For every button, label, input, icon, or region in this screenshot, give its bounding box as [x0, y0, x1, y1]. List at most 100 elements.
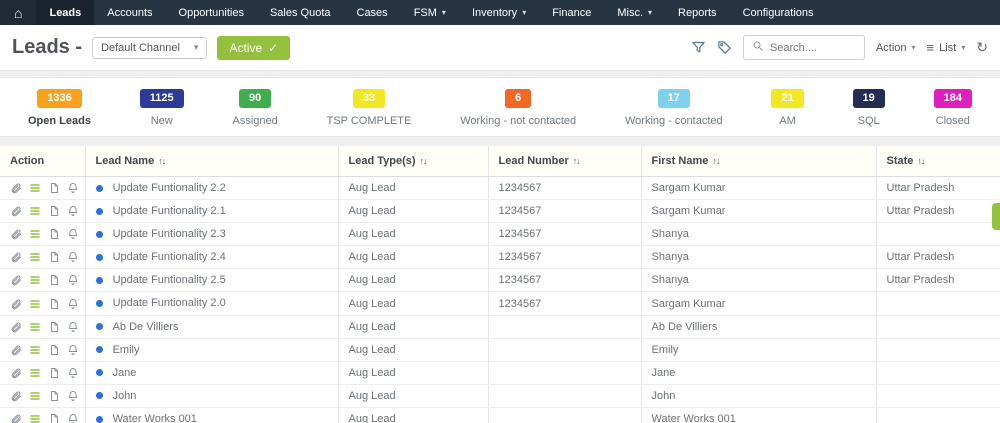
nav-item-accounts[interactable]: Accounts — [94, 0, 165, 25]
bell-icon[interactable] — [67, 274, 79, 286]
channel-select[interactable]: Default Channel ▾ — [92, 36, 208, 59]
column-header-lead-type-s[interactable]: Lead Type(s) ↑↓ — [337, 146, 488, 177]
nav-item-configurations[interactable]: Configurations — [730, 0, 827, 25]
column-header-state[interactable]: State ↑↓ — [875, 146, 1000, 177]
lead-name-link[interactable]: Update Funtionality 2.0 — [113, 298, 226, 310]
nav-item-sales-quota[interactable]: Sales Quota — [257, 0, 344, 25]
stat-working-contacted[interactable]: 17 Working - contacted — [625, 89, 723, 127]
nav-item-opportunities[interactable]: Opportunities — [166, 0, 257, 25]
bell-icon[interactable] — [67, 321, 79, 333]
bell-icon[interactable] — [67, 205, 79, 217]
document-icon[interactable] — [48, 274, 60, 286]
list-icon[interactable] — [29, 413, 41, 423]
paperclip-icon[interactable] — [10, 205, 22, 217]
bell-icon[interactable] — [67, 367, 79, 379]
list-icon[interactable] — [29, 205, 41, 217]
list-icon[interactable] — [29, 344, 41, 356]
list-view-dropdown[interactable]: ≡ List ▾ — [927, 40, 966, 55]
sort-icon[interactable]: ↑↓ — [420, 156, 428, 166]
action-cell — [10, 251, 78, 263]
nav-item-inventory[interactable]: Inventory ▾ — [459, 0, 539, 25]
column-header-first-name[interactable]: First Name ↑↓ — [640, 146, 876, 177]
list-icon[interactable] — [29, 298, 41, 310]
list-icon[interactable] — [29, 228, 41, 240]
lead-name-link[interactable]: Ab De Villiers — [113, 321, 179, 333]
paperclip-icon[interactable] — [10, 228, 22, 240]
nav-item-fsm[interactable]: FSM ▾ — [401, 0, 459, 25]
bell-icon[interactable] — [67, 182, 79, 194]
sort-icon[interactable]: ↑↓ — [573, 156, 581, 166]
bell-icon[interactable] — [67, 228, 79, 240]
list-icon[interactable] — [29, 251, 41, 263]
refresh-icon[interactable]: ↻ — [976, 39, 988, 56]
nav-item-reports[interactable]: Reports — [665, 0, 730, 25]
paperclip-icon[interactable] — [10, 367, 22, 379]
document-icon[interactable] — [48, 182, 60, 194]
document-icon[interactable] — [48, 344, 60, 356]
home-icon[interactable]: ⌂ — [0, 0, 37, 25]
stat-assigned[interactable]: 90 Assigned — [233, 89, 278, 127]
search-input[interactable] — [769, 41, 856, 54]
lead-name-link[interactable]: Update Funtionality 2.2 — [113, 182, 226, 194]
paperclip-icon[interactable] — [10, 274, 22, 286]
document-icon[interactable] — [48, 367, 60, 379]
stat-closed[interactable]: 184 Closed — [933, 89, 972, 127]
lead-name-link[interactable]: Water Works 001 — [113, 413, 197, 423]
lead-type-cell: Aug Lead — [337, 245, 488, 270]
lead-type-cell: Aug Lead — [337, 176, 488, 201]
paperclip-icon[interactable] — [10, 390, 22, 402]
paperclip-icon[interactable] — [10, 182, 22, 194]
column-header-lead-name[interactable]: Lead Name ↑↓ — [84, 146, 338, 177]
document-icon[interactable] — [48, 413, 60, 423]
active-filter-button[interactable]: Active ✓ — [217, 35, 291, 60]
sort-icon[interactable]: ↑↓ — [158, 156, 166, 166]
lead-name-link[interactable]: Update Funtionality 2.3 — [113, 228, 226, 240]
action-dropdown[interactable]: Action ▾ — [876, 42, 916, 54]
document-icon[interactable] — [48, 298, 60, 310]
tag-icon[interactable] — [717, 40, 732, 55]
document-icon[interactable] — [48, 228, 60, 240]
bell-icon[interactable] — [67, 390, 79, 402]
document-icon[interactable] — [48, 205, 60, 217]
column-header-lead-number[interactable]: Lead Number ↑↓ — [487, 146, 641, 177]
lead-name-link[interactable]: Update Funtionality 2.1 — [113, 205, 226, 217]
document-icon[interactable] — [48, 390, 60, 402]
sort-icon[interactable]: ↑↓ — [712, 156, 720, 166]
nav-item-cases[interactable]: Cases — [344, 0, 401, 25]
paperclip-icon[interactable] — [10, 251, 22, 263]
paperclip-icon[interactable] — [10, 321, 22, 333]
lead-name-link[interactable]: Jane — [113, 367, 137, 379]
list-icon[interactable] — [29, 390, 41, 402]
nav-item-leads[interactable]: Leads — [36, 0, 95, 25]
lead-name-link[interactable]: Emily — [113, 344, 140, 356]
list-icon[interactable] — [29, 367, 41, 379]
bell-icon[interactable] — [67, 344, 79, 356]
sort-icon[interactable]: ↑↓ — [917, 156, 925, 166]
filter-icon[interactable] — [691, 40, 706, 55]
bell-icon[interactable] — [67, 251, 79, 263]
list-icon[interactable] — [29, 274, 41, 286]
stat-sql[interactable]: 19 SQL — [852, 89, 885, 127]
stat-am[interactable]: 21 AM — [771, 89, 804, 127]
list-icon[interactable] — [29, 182, 41, 194]
stat-new[interactable]: 1125 New — [139, 89, 184, 127]
nav-item-misc[interactable]: Misc. ▾ — [604, 0, 665, 25]
lead-name-link[interactable]: Update Funtionality 2.4 — [113, 251, 226, 263]
bell-icon[interactable] — [67, 298, 79, 310]
document-icon[interactable] — [48, 321, 60, 333]
list-icon[interactable] — [29, 321, 41, 333]
stat-tsp-complete[interactable]: 33 TSP COMPLETE — [327, 89, 411, 127]
bell-icon[interactable] — [67, 413, 79, 423]
lead-status-dot — [95, 323, 103, 331]
side-panel-tab[interactable] — [992, 203, 1000, 230]
nav-item-finance[interactable]: Finance — [539, 0, 604, 25]
stat-open-leads[interactable]: 1336 Open Leads — [28, 89, 91, 127]
lead-status-dot — [95, 230, 103, 238]
paperclip-icon[interactable] — [10, 298, 22, 310]
paperclip-icon[interactable] — [10, 344, 22, 356]
document-icon[interactable] — [48, 251, 60, 263]
paperclip-icon[interactable] — [10, 413, 22, 423]
lead-name-link[interactable]: Update Funtionality 2.5 — [113, 274, 226, 286]
lead-name-link[interactable]: John — [113, 390, 137, 402]
stat-working-not-contacted[interactable]: 6 Working - not contacted — [460, 89, 576, 127]
